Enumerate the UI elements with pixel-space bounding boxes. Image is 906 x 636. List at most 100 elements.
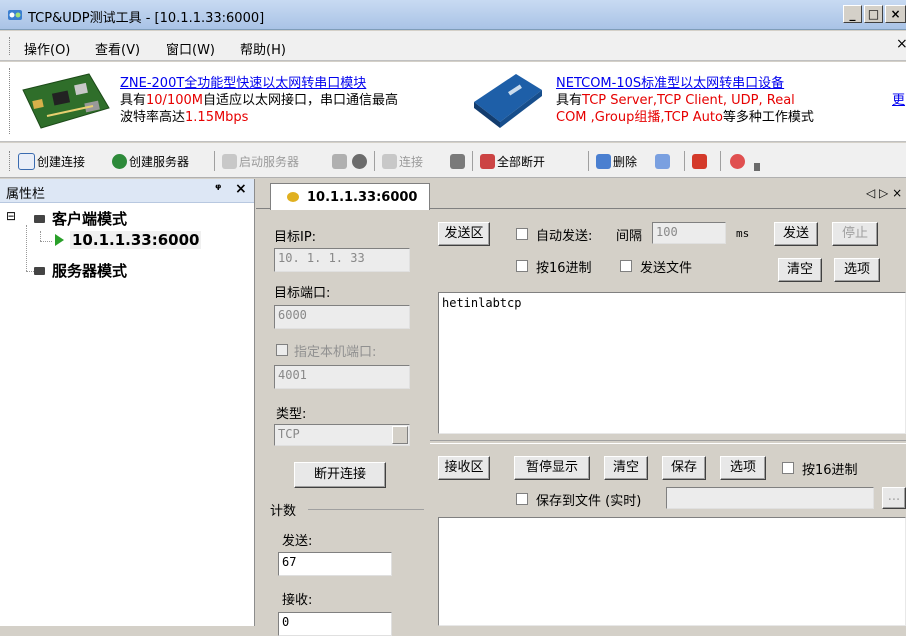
tree-client-mode[interactable]: 客户端模式 [52,208,127,229]
disconnect-icon [450,153,465,169]
disconnect-all-button[interactable]: 全部断开 [480,152,545,170]
tab-connection[interactable]: 10.1.1.33:6000 [270,183,430,210]
target-port-field[interactable]: 6000 [274,305,410,329]
menu-window[interactable]: 窗口(W) [166,39,215,58]
receive-hex-checkbox[interactable] [782,462,794,474]
send-receive-splitter[interactable] [430,440,906,444]
ad-right-title[interactable]: NETCOM-10S标准型以太网转串口设备 [556,75,814,92]
chevron-down-icon[interactable] [392,426,408,444]
send-hex-checkbox[interactable] [516,260,528,272]
send-area-button[interactable]: 发送区 [438,222,490,246]
toolbar-separator [472,151,473,171]
target-ip-field[interactable]: 10. 1. 1. 33 [274,248,410,272]
tree-server-mode[interactable]: 服务器模式 [52,260,127,281]
server-icon [332,153,347,169]
tree-line [40,241,52,242]
toolbar: 创建连接 创建服务器 启动服务器 连接 全部断开 删除 [0,143,906,178]
circuit-board-icon[interactable] [17,68,114,132]
auto-send-checkbox[interactable] [516,228,528,240]
help-button[interactable] [730,152,745,170]
maximize-button[interactable]: □ [864,5,883,23]
menu-operate[interactable]: 操作(O) [24,39,70,58]
local-port-checkbox[interactable] [276,344,288,356]
menu-grip[interactable] [9,37,12,55]
create-server-button[interactable]: 创建服务器 [112,152,189,170]
create-connection-button[interactable]: 创建连接 [18,152,85,170]
ad-grip[interactable] [9,68,12,134]
ad-right-line3: COM ,Group组播,TCP Auto等多种工作模式 [556,110,814,125]
send-panel: 发送区 自动发送: 间隔 100 ms 发送 停止 按16进制 发送文件 清空 … [430,210,906,440]
type-label: 类型: [276,407,307,422]
server-button[interactable] [332,152,347,170]
local-port-field[interactable]: 4001 [274,365,410,389]
local-port-label: 指定本机端口: [294,345,377,360]
menu-close-icon[interactable]: × [896,36,906,52]
receive-area-button[interactable]: 接收区 [438,456,490,480]
serial-server-device-icon[interactable] [470,68,546,130]
receive-textarea[interactable] [438,517,906,626]
tree-client-item[interactable]: 10.1.1.33:6000 [70,231,202,249]
save-to-file-checkbox[interactable] [516,493,528,505]
play-icon [55,234,64,246]
ad-left-title[interactable]: ZNE-200T全功能型快速以太网转串口模块 [120,75,398,92]
send-hex-label: 按16进制 [536,261,592,276]
type-select[interactable]: TCP [274,424,410,446]
toolbar-overflow-icon[interactable] [754,163,760,171]
record-icon [692,153,707,169]
folder-icon [34,267,45,275]
interval-field[interactable]: 100 [652,222,726,244]
send-options-button[interactable]: 选项 [834,258,880,282]
sent-count-field[interactable]: 67 [278,552,392,576]
config-panel: 目标IP: 10. 1. 1. 33 目标端口: 6000 指定本机端口: 40… [256,210,430,636]
count-label: 计数 [270,504,297,519]
toolbar-separator [720,151,721,171]
save-to-file-label: 保存到文件 (实时) [536,494,642,509]
connection-status-icon [287,192,299,202]
stop-circle-icon [352,153,367,169]
ad-more-link[interactable]: 更 [892,92,905,109]
send-textarea[interactable]: hetinlabtcp [438,292,906,434]
disconnect-button[interactable] [450,152,465,170]
settings-button[interactable] [655,152,670,170]
title-bar: TCP&UDP测试工具 - [10.1.1.33:6000] _ □ × [0,0,906,30]
pin-icon[interactable]: ᵠ [215,182,221,197]
tree-line [40,231,41,241]
receive-clear-button[interactable]: 清空 [604,456,648,480]
send-button[interactable]: 发送 [774,222,818,246]
send-clear-button[interactable]: 清空 [778,258,822,282]
send-file-checkbox[interactable] [620,260,632,272]
panel-close-icon[interactable]: × [235,181,247,197]
menu-help[interactable]: 帮助(H) [240,39,286,58]
close-button[interactable]: × [885,5,906,23]
start-server-button[interactable]: 启动服务器 [222,152,299,170]
recv-count-field[interactable]: 0 [278,612,392,636]
recv-count-label: 接收: [282,593,313,608]
record-button[interactable] [692,152,707,170]
expander-icon[interactable]: ⊟ [6,209,16,223]
tab-navigation[interactable]: ◁ ▷ × [866,186,902,200]
disconnect-all-icon [480,153,495,169]
ad-right-text[interactable]: NETCOM-10S标准型以太网转串口设备 具有TCP Server,TCP C… [556,75,814,126]
receive-save-button[interactable]: 保存 [662,456,706,480]
toolbar-grip[interactable] [9,151,12,171]
browse-button[interactable]: ... [882,487,906,509]
ad-left-line2: 具有10/100M自适应以太网接口，串口通信最高 [120,93,398,108]
receive-options-button[interactable]: 选项 [720,456,766,480]
save-file-path-field[interactable] [666,487,874,509]
interval-label: 间隔 [616,229,643,244]
delete-button[interactable]: 删除 [596,152,637,170]
ad-left-text[interactable]: ZNE-200T全功能型快速以太网转串口模块 具有10/100M自适应以太网接口… [120,75,398,126]
toolbar-separator [214,151,215,171]
pause-display-button[interactable]: 暂停显示 [514,456,590,480]
disconnect-button[interactable]: 断开连接 [294,462,386,488]
minimize-button[interactable]: _ [843,5,862,23]
stop-send-button[interactable]: 停止 [832,222,878,246]
connect-button[interactable]: 连接 [382,152,423,170]
properties-title: 属性栏 [6,187,46,202]
receive-hex-label: 按16进制 [802,463,858,478]
connect-icon [382,153,397,169]
settings-icon [655,153,670,169]
app-icon [7,7,23,23]
stop-button[interactable] [352,152,367,170]
menu-view[interactable]: 查看(V) [95,39,140,58]
